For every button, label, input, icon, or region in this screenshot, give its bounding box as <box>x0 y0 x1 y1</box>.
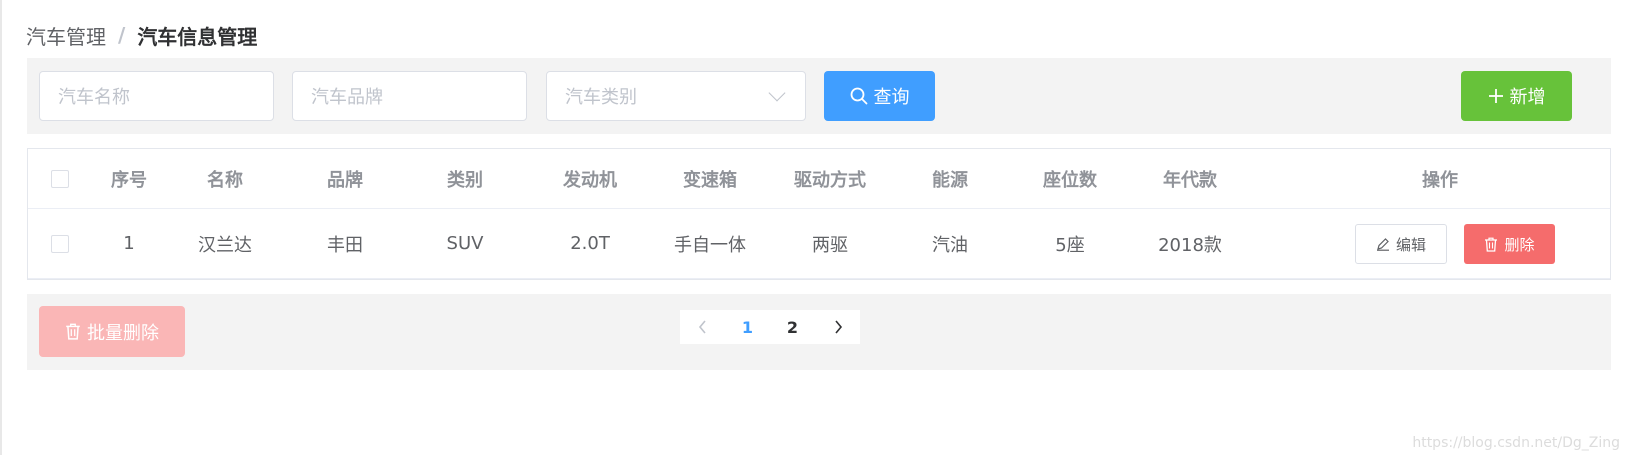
trash-icon <box>1485 237 1498 252</box>
left-border <box>0 0 2 455</box>
car-table: 序号 名称 品牌 类别 发动机 变速箱 驱动方式 能源 座位数 年代款 操作 1… <box>27 148 1611 280</box>
select-all-checkbox[interactable] <box>51 169 69 188</box>
cell-gearbox: 手自一体 <box>674 234 746 256</box>
header-seats: 座位数 <box>1043 169 1097 191</box>
row-checkbox[interactable] <box>51 234 69 253</box>
prev-page-button[interactable] <box>680 310 725 344</box>
cell-seats: 5座 <box>1055 234 1085 256</box>
select-all-cell <box>40 149 80 208</box>
chevron-left-icon <box>698 320 706 334</box>
page-1[interactable]: 1 <box>725 310 770 344</box>
plus-icon <box>1488 89 1503 103</box>
chevron-right-icon <box>834 320 842 334</box>
next-page-button[interactable] <box>815 310 860 344</box>
car-brand-placeholder: 汽车品牌 <box>311 87 383 108</box>
page-2[interactable]: 2 <box>770 310 815 344</box>
header-type: 类别 <box>447 169 483 191</box>
cell-energy: 汽油 <box>932 234 968 256</box>
cell-drive: 两驱 <box>812 234 848 256</box>
header-actions: 操作 <box>1422 169 1458 191</box>
breadcrumb: 汽车管理 / 汽车信息管理 <box>26 21 258 50</box>
breadcrumb-current: 汽车信息管理 <box>137 24 258 49</box>
query-label: 查询 <box>873 87 910 108</box>
car-brand-input[interactable]: 汽车品牌 <box>292 71 527 121</box>
breadcrumb-parent[interactable]: 汽车管理 <box>26 21 106 50</box>
watermark: https://blog.csdn.net/Dg_Zing <box>1412 435 1620 451</box>
row-select-cell <box>40 209 80 278</box>
cell-engine: 2.0T <box>570 233 610 254</box>
search-icon <box>850 87 867 105</box>
batch-delete-label: 批量删除 <box>87 322 159 344</box>
header-name: 名称 <box>207 169 243 191</box>
footer-bar: 批量删除 1 2 <box>27 294 1611 370</box>
search-bar: 汽车名称 汽车品牌 汽车类别 查询 新增 <box>27 58 1611 134</box>
add-button[interactable]: 新增 <box>1461 71 1572 121</box>
header-brand: 品牌 <box>327 169 363 191</box>
edit-button[interactable]: 编辑 <box>1355 224 1447 264</box>
breadcrumb-separator: / <box>118 23 126 47</box>
header-gearbox: 变速箱 <box>683 169 737 191</box>
cell-brand: 丰田 <box>327 234 363 256</box>
chevron-down-icon <box>768 84 786 102</box>
car-name-placeholder: 汽车名称 <box>58 87 130 108</box>
table-row: 1 汉兰达 丰田 SUV 2.0T 手自一体 两驱 汽油 5座 2018款 编辑… <box>28 209 1610 279</box>
delete-button[interactable]: 删除 <box>1464 224 1555 264</box>
query-button[interactable]: 查询 <box>824 71 935 121</box>
cell-model-year: 2018款 <box>1158 234 1222 256</box>
add-label: 新增 <box>1509 87 1546 108</box>
batch-delete-button[interactable]: 批量删除 <box>39 306 185 357</box>
cell-type: SUV <box>446 233 484 254</box>
trash-icon <box>66 323 80 340</box>
cell-index: 1 <box>123 233 135 254</box>
car-name-input[interactable]: 汽车名称 <box>39 71 274 121</box>
header-index: 序号 <box>111 169 147 191</box>
delete-label: 删除 <box>1504 235 1535 254</box>
car-type-select[interactable]: 汽车类别 <box>546 71 806 121</box>
header-drive: 驱动方式 <box>794 169 866 191</box>
header-engine: 发动机 <box>563 169 617 191</box>
car-type-placeholder: 汽车类别 <box>565 87 637 108</box>
header-model-year: 年代款 <box>1163 169 1217 191</box>
pagination: 1 2 <box>680 310 860 344</box>
edit-icon <box>1376 238 1389 251</box>
header-energy: 能源 <box>932 169 968 191</box>
cell-name: 汉兰达 <box>198 234 252 256</box>
edit-label: 编辑 <box>1395 235 1426 254</box>
table-header: 序号 名称 品牌 类别 发动机 变速箱 驱动方式 能源 座位数 年代款 操作 <box>28 149 1610 209</box>
